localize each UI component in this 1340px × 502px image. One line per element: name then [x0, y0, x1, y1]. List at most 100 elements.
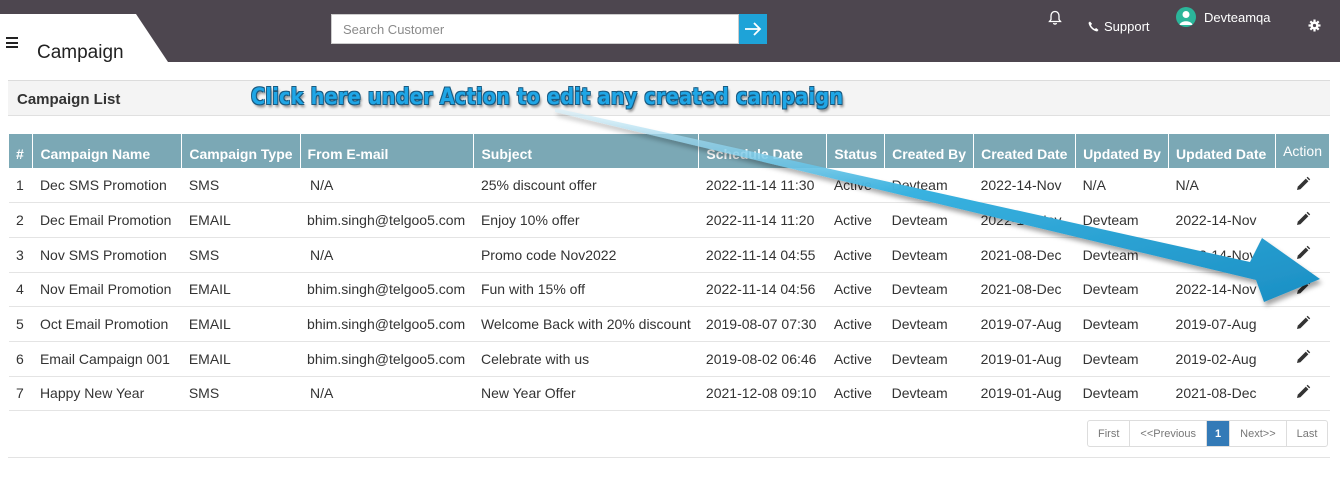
hamburger-menu-icon[interactable]: [6, 37, 18, 48]
cell-action: [1275, 376, 1330, 412]
cell-status: Active: [826, 237, 885, 273]
instruction-callout: Click here under Action to edit any crea…: [251, 85, 844, 110]
cell-from-email: bhim.singh@telgoo5.com: [300, 272, 474, 308]
cell-schedule-date: 2022-11-14 11:30: [698, 168, 827, 204]
cell-campaign-type: EMAIL: [181, 202, 301, 238]
col-header-updated-date: Updated Date: [1168, 134, 1277, 168]
table-row: 3 Nov SMS Promotion SMS N/A Promo code Nov20…: [9, 237, 1330, 273]
cell-action: [1275, 237, 1330, 273]
avatar: [1176, 7, 1196, 27]
table-row: 6 Email Campaign 001 EMAIL bhim.singh@telg…: [9, 341, 1330, 377]
panel-title: Campaign List: [17, 91, 121, 108]
col-header-created-date: Created Date: [973, 134, 1077, 168]
edit-pencil-icon[interactable]: [1295, 315, 1311, 331]
search-input[interactable]: [331, 14, 739, 44]
pagination-next[interactable]: Next>>: [1230, 421, 1287, 446]
campaign-table: # Campaign Name Campaign Type From E-mai…: [9, 134, 1330, 412]
edit-pencil-icon[interactable]: [1295, 176, 1311, 192]
cell-status: Active: [826, 306, 885, 342]
cell-campaign-name: Happy New Year: [32, 376, 182, 412]
table-header-row: # Campaign Name Campaign Type From E-mai…: [9, 134, 1330, 168]
pagination-first[interactable]: First: [1088, 421, 1131, 446]
cell-subject: Welcome Back with 20% discount: [473, 306, 699, 342]
support-link[interactable]: Support: [1088, 19, 1150, 34]
edit-pencil-icon[interactable]: [1295, 349, 1311, 365]
cell-updated-by: Devteam: [1075, 272, 1169, 308]
cell-campaign-name: Oct Email Promotion: [32, 306, 182, 342]
col-header-subject: Subject: [473, 134, 700, 168]
edit-pencil-icon[interactable]: [1295, 280, 1311, 296]
cell-status: Active: [826, 376, 885, 412]
cell-created-date: 2022-14-Nov: [973, 202, 1076, 238]
cell-updated-date: N/A: [1168, 168, 1276, 204]
edit-pencil-icon[interactable]: [1295, 211, 1311, 227]
user-name: Devteamqa: [1204, 9, 1271, 25]
cell-updated-date: 2022-14-Nov: [1168, 272, 1276, 308]
cell-status: Active: [826, 272, 885, 308]
cell-updated-date: 2022-14-Nov: [1168, 202, 1276, 238]
cell-updated-date: 2022-14-Nov: [1168, 237, 1276, 273]
cell-campaign-type: EMAIL: [181, 341, 301, 377]
cell-updated-date: 2019-07-Aug: [1168, 306, 1276, 342]
cell-updated-by: Devteam: [1075, 376, 1169, 412]
cell-subject: Fun with 15% off: [473, 272, 699, 308]
pagination-current-page[interactable]: 1: [1207, 421, 1231, 446]
cell-from-email: N/A: [300, 237, 474, 273]
cell-campaign-type: SMS: [181, 376, 301, 412]
cell-created-by: Devteam: [884, 376, 974, 412]
cell-updated-date: 2019-02-Aug: [1168, 341, 1276, 377]
cell-created-date: 2021-08-Dec: [973, 272, 1076, 308]
cell-created-by: Devteam: [884, 237, 974, 273]
cell-created-by: Devteam: [884, 202, 974, 238]
cell-action: [1275, 272, 1330, 308]
cell-action: [1275, 202, 1330, 238]
cell-updated-date: 2021-08-Dec: [1168, 376, 1276, 412]
gear-icon[interactable]: [1308, 19, 1321, 32]
table-row: 2 Dec Email Promotion EMAIL bhim.singh@telg…: [9, 202, 1330, 238]
pagination-previous[interactable]: <<Previous: [1130, 421, 1208, 446]
table-row: 1 Dec SMS Promotion SMS N/A 25% discount off…: [9, 168, 1330, 204]
cell-from-email: bhim.singh@telgoo5.com: [300, 341, 474, 377]
edit-pencil-icon[interactable]: [1295, 245, 1311, 261]
cell-status: Active: [826, 341, 885, 377]
col-header-action: Action: [1275, 134, 1330, 168]
cell-subject: New Year Offer: [473, 376, 699, 412]
cell-campaign-type: SMS: [181, 168, 301, 204]
edit-pencil-icon[interactable]: [1295, 384, 1311, 400]
search-button[interactable]: [739, 14, 767, 44]
cell-campaign-type: SMS: [181, 237, 301, 273]
cell-created-date: 2019-01-Aug: [973, 376, 1076, 412]
cell-from-email: N/A: [300, 376, 474, 412]
col-header-created-by: Created By: [884, 134, 975, 168]
cell-number: 6: [9, 341, 33, 377]
col-header-status: Status: [826, 134, 886, 168]
bell-icon[interactable]: [1048, 10, 1062, 26]
col-header-schedule-date: Schedule Date: [698, 134, 828, 168]
col-header-campaign-name: Campaign Name: [32, 134, 183, 168]
cell-subject: 25% discount offer: [473, 168, 699, 204]
table-row: 5 Oct Email Promotion EMAIL bhim.singh@telg…: [9, 306, 1330, 342]
cell-subject: Promo code Nov2022: [473, 237, 699, 273]
cell-from-email: bhim.singh@telgoo5.com: [300, 202, 474, 238]
table-row: 4 Nov Email Promotion EMAIL bhim.singh@telg…: [9, 272, 1330, 308]
top-bar: Campaign Support Devteamqa: [0, 0, 1340, 63]
cell-campaign-name: Dec Email Promotion: [32, 202, 182, 238]
cell-updated-by: Devteam: [1075, 237, 1169, 273]
cell-created-by: Devteam: [884, 306, 974, 342]
cell-created-date: 2019-07-Aug: [973, 306, 1076, 342]
cell-action: [1275, 168, 1330, 204]
cell-campaign-name: Dec SMS Promotion: [32, 168, 182, 204]
pagination: First <<Previous 1 Next>> Last: [1087, 420, 1329, 447]
cell-number: 3: [9, 237, 33, 273]
user-menu[interactable]: Devteamqa: [1176, 7, 1270, 27]
cell-campaign-name: Nov Email Promotion: [32, 272, 182, 308]
cell-subject: Celebrate with us: [473, 341, 699, 377]
cell-campaign-name: Email Campaign 001: [32, 341, 182, 377]
cell-campaign-name: Nov SMS Promotion: [32, 237, 182, 273]
brand-tab: Campaign: [0, 14, 168, 63]
cell-number: 2: [9, 202, 33, 238]
pagination-last[interactable]: Last: [1287, 421, 1328, 446]
cell-updated-by: Devteam: [1075, 306, 1169, 342]
cell-schedule-date: 2019-08-02 06:46: [698, 341, 827, 377]
cell-action: [1275, 306, 1330, 342]
